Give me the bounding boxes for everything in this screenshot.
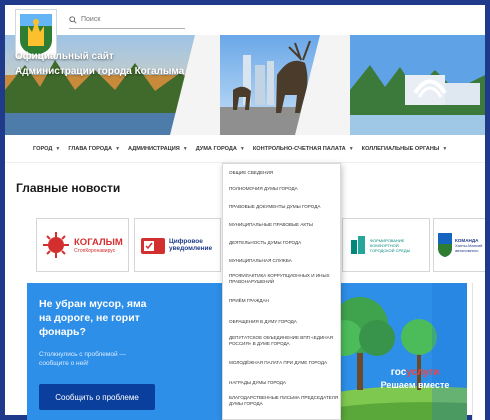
site-header: Официальный сайт Администрации города Ко… [5, 5, 485, 135]
city-environment-icon [351, 236, 365, 254]
search-bar[interactable] [69, 11, 185, 29]
nav-item-label: ГОРОД [33, 145, 53, 152]
virus-icon [43, 232, 69, 258]
banner-subtitle-line2: сообщите о ней! [39, 360, 89, 367]
gosuslugi-logo-part2: услуги [406, 367, 440, 378]
site-title-line1: Официальный сайт [15, 51, 114, 62]
tile-team-line1: КОМАНДА [455, 237, 479, 243]
chevron-down-icon: ▼ [182, 145, 188, 152]
chevron-down-icon: ▼ [442, 145, 448, 152]
chevron-down-icon: ▼ [55, 145, 61, 152]
dropdown-item[interactable]: ОБРАЩЕНИЯ В ДУМУ ГОРОДА [229, 319, 339, 325]
right-side-card [472, 283, 485, 420]
tile-notice-line1: Цифровое [169, 238, 203, 245]
nav-item-label: АДМИНИСТРАЦИЯ [128, 145, 180, 152]
dropdown-item[interactable]: ПРОФИЛАКТИКА КОРРУПЦИОННЫХ И ИНЫХ ПРАВОН… [229, 273, 339, 285]
tile-team-line3: автономного [455, 247, 479, 253]
dropdown-item[interactable]: МУНИЦИПАЛЬНАЯ СЛУЖБА [229, 258, 339, 264]
region-emblem-icon [438, 233, 452, 257]
nav-item-administration[interactable]: АДМИНИСТРАЦИЯ ▼ [128, 146, 188, 152]
tile-team-line2: Ханты-Мансий [455, 242, 483, 248]
nav-item-head-of-city[interactable]: ГЛАВА ГОРОДА ▼ [68, 146, 120, 152]
nav-item-city-duma[interactable]: ДУМА ГОРОДА ▼ [196, 146, 245, 152]
banner-headline-line3: фонарь? [39, 326, 86, 338]
dropdown-item[interactable]: ДЕПУТАТСКОЕ ОБЪЕДИНЕНИЕ ВПП «ЕДИНАЯ РОСС… [229, 335, 339, 347]
city-duma-dropdown-menu: ОБЩИЕ СВЕДЕНИЯ ПОЛНОМОЧИЯ ДУМЫ ГОРОДА ПР… [222, 163, 341, 420]
dropdown-item[interactable]: ПРИЁМ ГРАЖДАН [229, 298, 339, 304]
dropdown-item[interactable]: МОЛОДЁЖНАЯ ПАЛАТА ПРИ ДУМЕ ГОРОДА [229, 360, 339, 366]
banner-headline: Не убран мусор, яма на дороге, не горит … [39, 297, 189, 339]
site-title: Официальный сайт Администрации города Ко… [15, 49, 215, 79]
banner-headline-line2: на дороге, не горит [39, 312, 140, 324]
tile-digital-notice[interactable]: Цифровое уведомление [134, 218, 221, 272]
main-navigation: ГОРОД ▼ ГЛАВА ГОРОДА ▼ АДМИНИСТРАЦИЯ ▼ Д… [5, 135, 485, 163]
tile-stop-coronavirus[interactable]: КОГАЛЫМ СтопКоронавирус [36, 218, 129, 272]
dropdown-item[interactable]: ДЕЯТЕЛЬНОСТЬ ДУМЫ ГОРОДА [229, 240, 339, 246]
dropdown-item[interactable]: НАГРАДЫ ДУМЫ ГОРОДА [229, 380, 339, 386]
banner-headline-line1: Не убран мусор, яма [39, 298, 147, 310]
nav-item-label: КОЛЛЕГИАЛЬНЫЕ ОРГАНЫ [361, 145, 440, 152]
site-title-line2: Администрации города Когалыма [15, 66, 185, 77]
banner-subtitle: Столкнулись с проблемой — сообщите о ней… [39, 350, 159, 368]
tile-kogalym-title: КОГАЛЫМ [74, 236, 123, 248]
report-problem-button[interactable]: Сообщить о проблеме [39, 384, 155, 410]
dropdown-item[interactable]: ОБЩИЕ СВЕДЕНИЯ [229, 170, 339, 176]
tile-env-line3: ГОРОДСКОЙ СРЕДЫ [370, 247, 411, 253]
chevron-down-icon: ▼ [115, 145, 121, 152]
tile-notice-line2: уведомление [169, 245, 213, 252]
nav-item-label: КОНТРОЛЬНО-СЧЕТНАЯ ПАЛАТА [252, 145, 346, 152]
search-icon[interactable] [69, 15, 77, 24]
nav-item-city[interactable]: ГОРОД ▼ [33, 146, 60, 152]
tile-kogalym-subtitle: СтопКоронавирус [74, 247, 116, 254]
search-input[interactable] [81, 16, 181, 23]
main-news-heading: Главные новости [16, 181, 121, 195]
gosuslugi-logo: госуслуги [365, 367, 465, 378]
dropdown-item[interactable]: БЛАГОДАРСТВЕННЫЕ ПИСЬМА ПРЕДСЕДАТЕЛЯ ДУМ… [229, 395, 339, 407]
document-notice-icon [141, 238, 165, 254]
dropdown-item[interactable]: МУНИЦИПАЛЬНЫЕ ПРАВОВЫЕ АКТЫ [229, 222, 339, 228]
chevron-down-icon: ▼ [239, 145, 245, 152]
gosuslugi-slogan: Решаем вместе [380, 380, 450, 390]
nav-item-label: ГЛАВА ГОРОДА [68, 145, 113, 152]
chevron-down-icon: ▼ [348, 145, 354, 152]
tile-env-line1: ФОРМИРОВАНИЕ [370, 237, 405, 243]
gosuslugi-brand: госуслуги Решаем вместе [365, 367, 465, 390]
gosuslugi-logo-part1: гос [390, 367, 407, 378]
banner-subtitle-line1: Столкнулись с проблемой — [39, 351, 126, 358]
tile-khanty-mansiysk-team[interactable]: КОМАНДА Ханты-Мансий автономного [433, 218, 485, 272]
dropdown-item[interactable]: ПРАВОВЫЕ ДОКУМЕНТЫ ДУМЫ ГОРОДА [229, 204, 339, 210]
tile-comfortable-urban-environment[interactable]: ФОРМИРОВАНИЕ КОМФОРТНОЙ ГОРОДСКОЙ СРЕДЫ [342, 218, 430, 272]
dropdown-item[interactable]: ПОЛНОМОЧИЯ ДУМЫ ГОРОДА [229, 186, 339, 192]
nav-item-collegial-bodies[interactable]: КОЛЛЕГИАЛЬНЫЕ ОРГАНЫ ▼ [362, 146, 448, 152]
nav-item-audit-chamber[interactable]: КОНТРОЛЬНО-СЧЕТНАЯ ПАЛАТА ▼ [253, 146, 354, 152]
nav-item-label: ДУМА ГОРОДА [195, 145, 237, 152]
